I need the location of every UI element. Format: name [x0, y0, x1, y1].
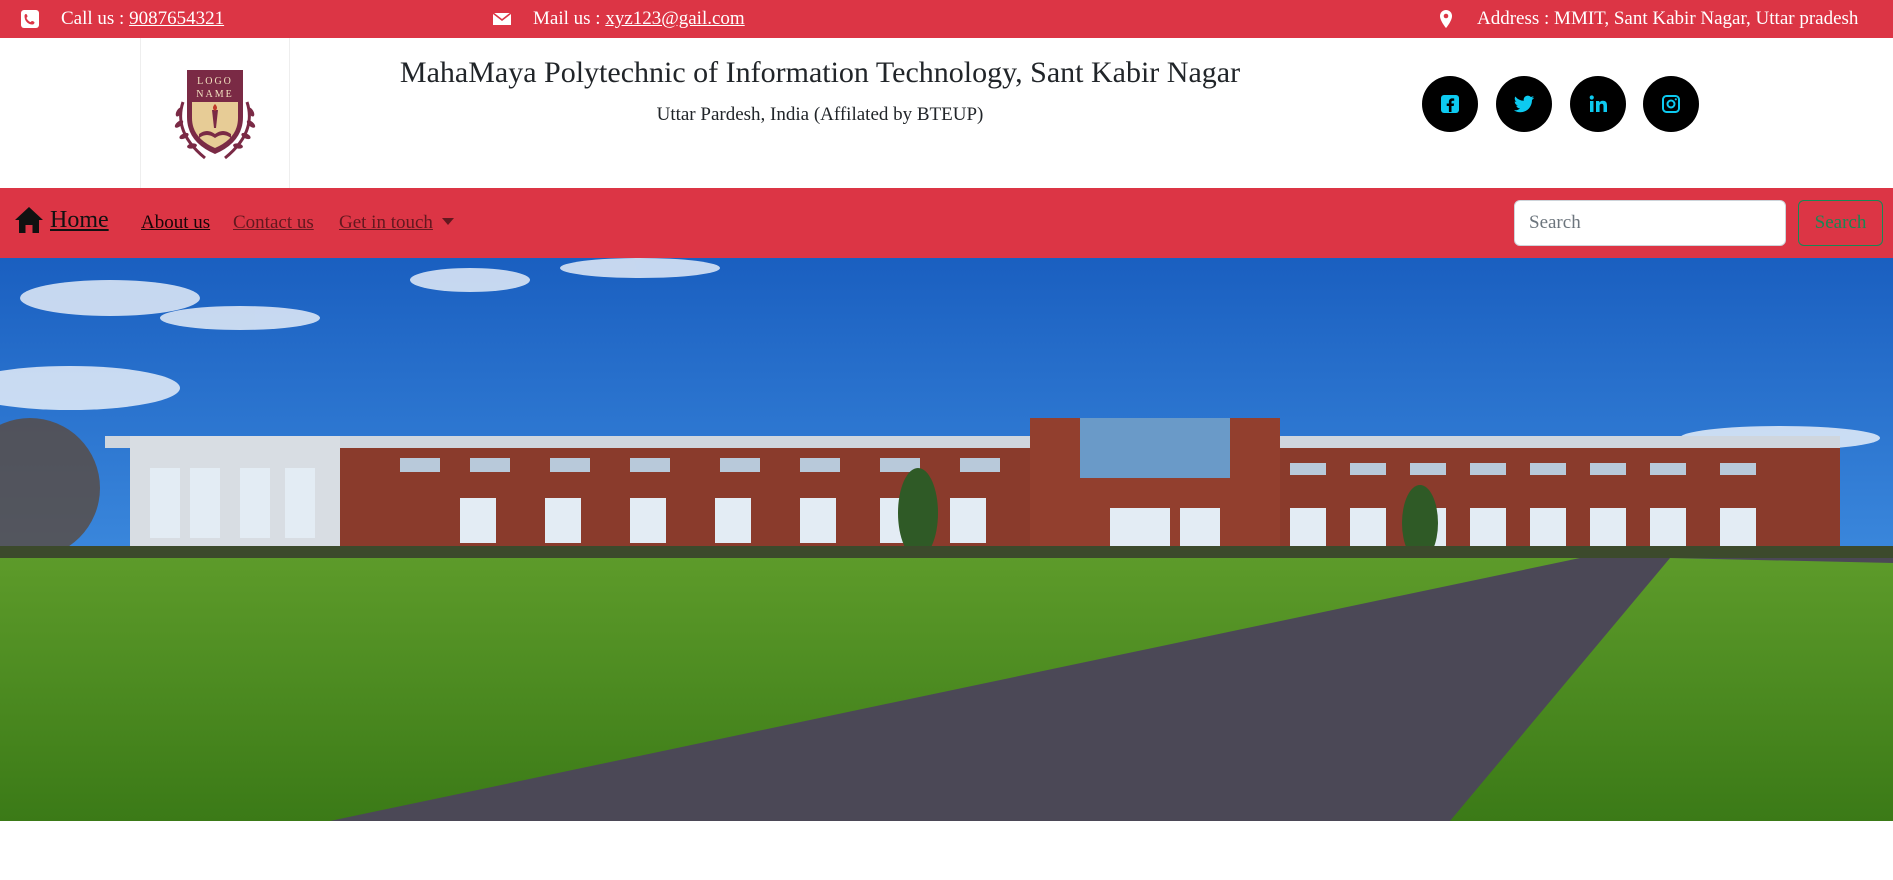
facebook-icon [1441, 95, 1459, 113]
contact-bar: Call us : 9087654321 Mail us : xyz123@ga… [0, 0, 1893, 38]
home-label: Home [50, 206, 109, 233]
logo-text-line1: LOGO [197, 76, 233, 87]
mail-label: Mail us : [533, 8, 601, 29]
address-text: Address : MMIT, Sant Kabir Nagar, Uttar … [1477, 8, 1859, 29]
home-icon [15, 207, 43, 233]
map-pin-icon [1440, 10, 1452, 28]
college-logo[interactable]: LOGO NAME [140, 38, 290, 188]
campus-hero-image [0, 258, 1893, 821]
college-title: MahaMaya Polytechnic of Information Tech… [399, 56, 1241, 89]
phone-link[interactable]: 9087654321 [129, 8, 224, 30]
instagram-icon [1662, 95, 1680, 113]
search-button[interactable]: Search [1798, 200, 1883, 246]
phone-icon [21, 10, 39, 28]
home-link[interactable]: Home [14, 206, 109, 234]
mail-link[interactable]: xyz123@gail.com [605, 8, 744, 30]
nav-get-in-touch-dropdown[interactable]: Get in touch [339, 212, 454, 234]
linkedin-icon [1589, 95, 1607, 112]
twitter-button[interactable] [1496, 76, 1552, 132]
search-input[interactable] [1514, 200, 1786, 246]
phone-label: Call us : [61, 8, 125, 29]
chevron-down-icon [441, 218, 454, 226]
campus-building-photo [0, 258, 1893, 821]
instagram-button[interactable] [1643, 76, 1699, 132]
linkedin-button[interactable] [1570, 76, 1626, 132]
mail-contact: Mail us : xyz123@gail.com [492, 0, 745, 38]
logo-emblem: LOGO NAME [174, 70, 256, 160]
phone-contact: Call us : 9087654321 [20, 0, 224, 38]
site-header: LOGO NAME MahaMaya Polytechnic of Inform… [0, 38, 1893, 188]
nav-contact-us[interactable]: Contact us [233, 212, 314, 234]
get-in-touch-label: Get in touch [339, 212, 433, 233]
logo-text-line2: NAME [196, 89, 233, 100]
main-navbar: Home About us Contact us Get in touch Se… [0, 188, 1893, 258]
facebook-button[interactable] [1422, 76, 1478, 132]
address-contact: Address : MMIT, Sant Kabir Nagar, Uttar … [1436, 0, 1858, 38]
twitter-icon [1513, 95, 1535, 113]
envelope-icon [492, 12, 512, 25]
college-subtitle: Uttar Pardesh, India (Affilated by BTEUP… [656, 104, 984, 125]
nav-about-us[interactable]: About us [141, 212, 210, 234]
